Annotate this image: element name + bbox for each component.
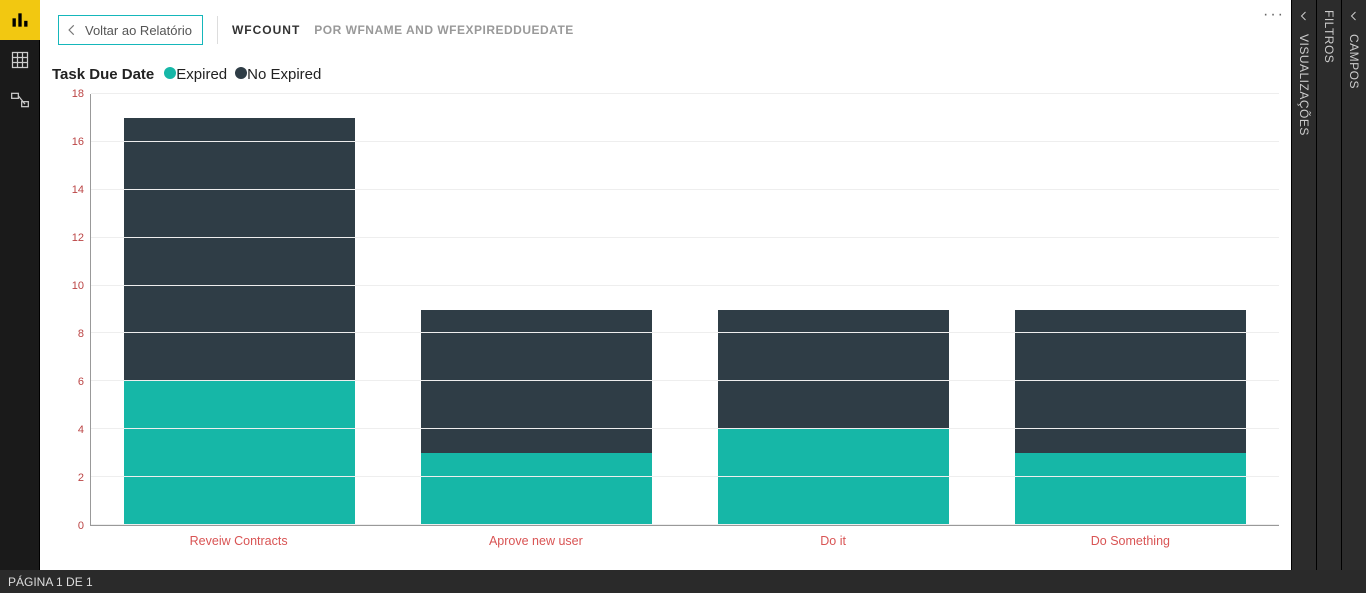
chart[interactable]: Task Due Date Expired No Expired 0 2 4 6 8 10 1…: [48, 60, 1283, 560]
table-icon: [10, 50, 30, 70]
y-tick: 16: [48, 136, 84, 148]
header-measure: wfCount: [232, 23, 300, 37]
y-tick: 4: [48, 424, 84, 436]
legend-label: Expired: [176, 66, 227, 83]
page-indicator: PÁGINA 1 DE 1: [8, 575, 93, 589]
y-tick: 6: [48, 376, 84, 388]
bar-slot: [91, 94, 388, 525]
y-tick: 0: [48, 520, 84, 532]
back-label: Voltar ao Relatório: [85, 23, 192, 38]
bar[interactable]: [421, 310, 653, 526]
y-tick: 14: [48, 184, 84, 196]
y-tick: 8: [48, 328, 84, 340]
grid-line: [91, 332, 1279, 333]
fields-pane-label: Campos: [1347, 34, 1361, 89]
visualizations-pane-label: Visualizações: [1297, 34, 1311, 136]
model-view-button[interactable]: [0, 80, 40, 120]
bar-segment[interactable]: [1015, 453, 1247, 525]
chart-legend: Task Due Date Expired No Expired: [48, 60, 1283, 87]
visualizations-pane-toggle[interactable]: Visualizações: [1291, 0, 1316, 570]
legend-swatch: [164, 67, 176, 79]
legend-label: No Expired: [247, 66, 321, 83]
back-to-report-button[interactable]: Voltar ao Relatório: [58, 15, 203, 45]
y-tick: 12: [48, 232, 84, 244]
bar-slot: [388, 94, 685, 525]
x-tick-label: Aprove new user: [387, 526, 684, 560]
report-canvas: ··· Voltar ao Relatório wfCount por wfNa…: [40, 0, 1291, 570]
x-tick-label: Reveiw Contracts: [90, 526, 387, 560]
chevron-left-icon: [1348, 10, 1360, 22]
grid-line: [91, 141, 1279, 142]
bar[interactable]: [718, 310, 950, 526]
y-tick: 10: [48, 280, 84, 292]
grid-line: [91, 476, 1279, 477]
chart-plot: 024681012141618 Reveiw ContractsAprove n…: [48, 94, 1283, 560]
chevron-left-icon: [1298, 10, 1310, 22]
drill-header: Voltar ao Relatório wfCount por wfName a…: [40, 0, 1291, 60]
status-bar: PÁGINA 1 DE 1: [0, 570, 1366, 593]
bar-segment[interactable]: [718, 310, 950, 430]
filters-pane-toggle[interactable]: Filtros: [1316, 0, 1341, 570]
grid-line: [91, 237, 1279, 238]
x-tick-label: Do Something: [982, 526, 1279, 560]
model-icon: [10, 90, 30, 110]
plot-area: [90, 94, 1279, 526]
x-tick-label: Do it: [685, 526, 982, 560]
bar[interactable]: [1015, 310, 1247, 526]
bar-segment[interactable]: [124, 118, 356, 381]
visual-options-button[interactable]: ···: [1263, 6, 1285, 24]
x-axis: Reveiw ContractsAprove new userDo itDo S…: [90, 526, 1279, 560]
chevron-left-icon: [65, 23, 79, 37]
bar-chart-icon: [10, 10, 30, 30]
bar-segment[interactable]: [421, 453, 653, 525]
grid-line: [91, 93, 1279, 94]
divider: [217, 16, 218, 44]
bar-slot: [685, 94, 982, 525]
left-nav-rail: [0, 0, 40, 593]
report-view-button[interactable]: [0, 0, 40, 40]
filters-pane-label: Filtros: [1322, 10, 1336, 63]
y-axis: 024681012141618: [48, 94, 88, 526]
header-subtitle: por wfName and wfExpiredDueDate: [314, 23, 574, 37]
grid-line: [91, 380, 1279, 381]
grid-line: [91, 428, 1279, 429]
right-pane-group: Visualizações Filtros Campos: [1291, 0, 1366, 570]
bar-slot: [982, 94, 1279, 525]
bar[interactable]: [124, 118, 356, 525]
grid-line: [91, 189, 1279, 190]
fields-pane-toggle[interactable]: Campos: [1341, 0, 1366, 570]
legend-swatch: [235, 67, 247, 79]
bar-segment[interactable]: [124, 381, 356, 525]
chart-title: Task Due Date: [52, 66, 154, 83]
y-tick: 18: [48, 88, 84, 100]
y-tick: 2: [48, 472, 84, 484]
data-view-button[interactable]: [0, 40, 40, 80]
grid-line: [91, 524, 1279, 525]
grid-line: [91, 285, 1279, 286]
